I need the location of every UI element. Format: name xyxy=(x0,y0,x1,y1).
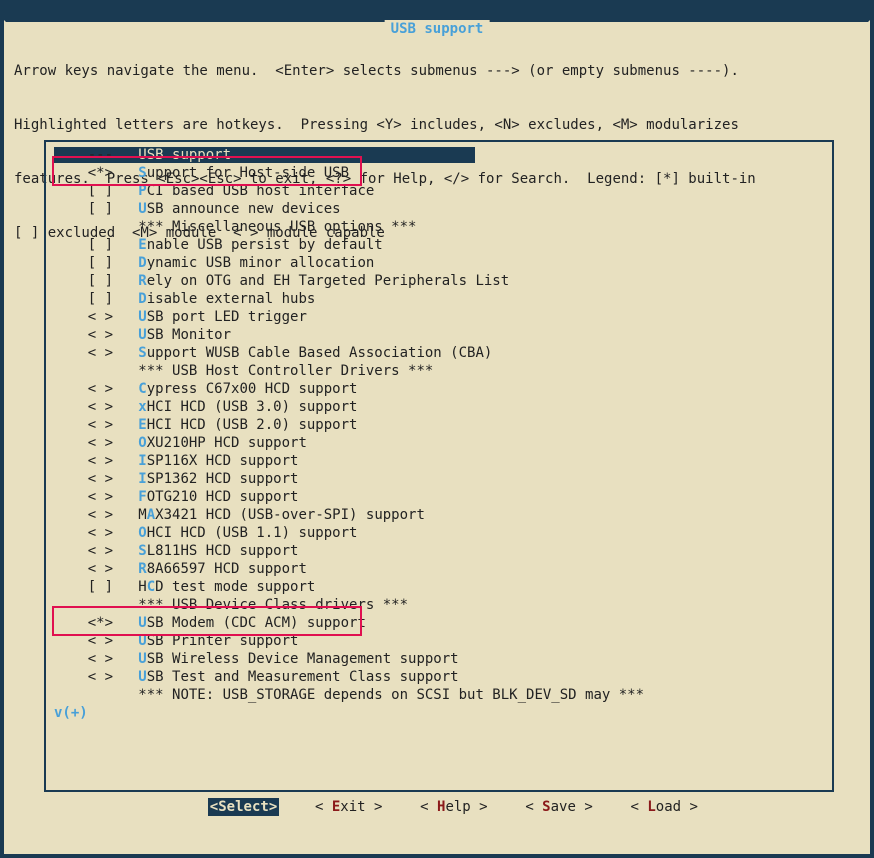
list-item[interactable]: < > USB Monitor xyxy=(54,326,824,344)
list-item[interactable]: [ ] HCD test mode support xyxy=(54,578,824,596)
list-item[interactable]: *** USB Host Controller Drivers *** xyxy=(54,362,824,380)
list-item[interactable]: <*> Support for Host-side USB xyxy=(54,164,824,182)
list-item[interactable]: [ ] Dynamic USB minor allocation xyxy=(54,254,824,272)
list-item[interactable]: *** NOTE: USB_STORAGE depends on SCSI bu… xyxy=(54,686,824,704)
list-item[interactable]: < > Support WUSB Cable Based Association… xyxy=(54,344,824,362)
list-item[interactable]: < > USB port LED trigger xyxy=(54,308,824,326)
list-item[interactable]: < > USB Wireless Device Management suppo… xyxy=(54,650,824,668)
list-item[interactable]: < > ISP116X HCD support xyxy=(54,452,824,470)
list-item[interactable]: < > xHCI HCD (USB 3.0) support xyxy=(54,398,824,416)
options-list[interactable]: --- USB support <*> Support for Host-sid… xyxy=(46,142,832,726)
list-item[interactable]: --- USB support xyxy=(54,146,824,164)
save-button[interactable]: < Save > xyxy=(523,798,594,816)
list-item[interactable]: < > OHCI HCD (USB 1.1) support xyxy=(54,524,824,542)
options-list-box: --- USB support <*> Support for Host-sid… xyxy=(44,140,834,792)
list-item[interactable]: < > MAX3421 HCD (USB-over-SPI) support xyxy=(54,506,824,524)
help-line-1: Arrow keys navigate the menu. <Enter> se… xyxy=(14,62,860,80)
list-item[interactable]: [ ] PCI based USB host interface xyxy=(54,182,824,200)
list-item[interactable]: < > R8A66597 HCD support xyxy=(54,560,824,578)
list-item[interactable]: < > USB Test and Measurement Class suppo… xyxy=(54,668,824,686)
button-bar: <Select> < Exit > < Help > < Save > < Lo… xyxy=(6,780,868,834)
help-button[interactable]: < Help > xyxy=(418,798,489,816)
list-item[interactable]: [ ] USB announce new devices xyxy=(54,200,824,218)
list-item[interactable]: < > EHCI HCD (USB 2.0) support xyxy=(54,416,824,434)
list-item[interactable]: < > OXU210HP HCD support xyxy=(54,434,824,452)
panel-title: USB support xyxy=(385,20,490,38)
list-item[interactable]: [ ] Enable USB persist by default xyxy=(54,236,824,254)
list-item[interactable]: [ ] Rely on OTG and EH Targeted Peripher… xyxy=(54,272,824,290)
list-item[interactable]: < > Cypress C67x00 HCD support xyxy=(54,380,824,398)
exit-button[interactable]: < Exit > xyxy=(313,798,384,816)
list-item[interactable]: *** USB Device Class drivers *** xyxy=(54,596,824,614)
list-item[interactable]: [ ] Disable external hubs xyxy=(54,290,824,308)
main-panel: USB support Arrow keys navigate the menu… xyxy=(4,20,870,854)
list-item[interactable]: *** Miscellaneous USB options *** xyxy=(54,218,824,236)
list-item[interactable]: < > FOTG210 HCD support xyxy=(54,488,824,506)
more-indicator[interactable]: v(+) xyxy=(54,704,824,722)
list-item[interactable]: < > ISP1362 HCD support xyxy=(54,470,824,488)
list-item[interactable]: < > USB Printer support xyxy=(54,632,824,650)
list-item[interactable]: <*> USB Modem (CDC ACM) support xyxy=(54,614,824,632)
help-line-2: Highlighted letters are hotkeys. Pressin… xyxy=(14,116,860,134)
list-item[interactable]: < > SL811HS HCD support xyxy=(54,542,824,560)
load-button[interactable]: < Load > xyxy=(628,798,699,816)
select-button[interactable]: <Select> xyxy=(208,798,279,816)
